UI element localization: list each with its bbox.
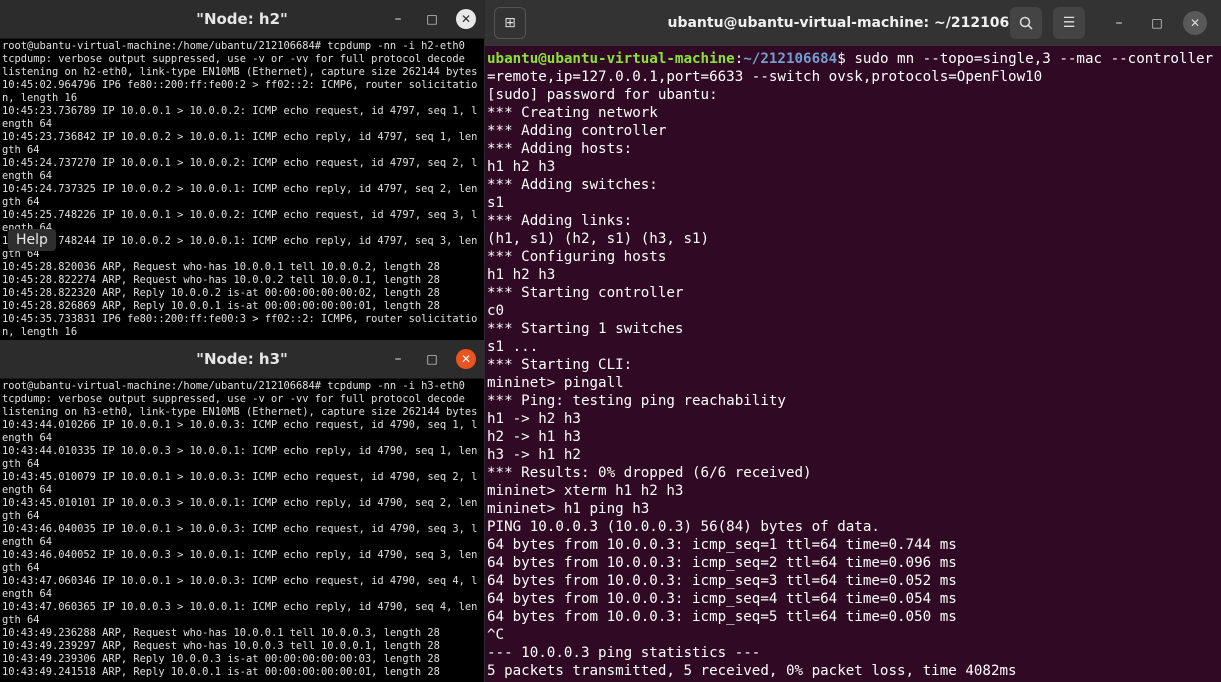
terminal-line: 10:43:46.040052 IP 10.0.0.3 > 10.0.0.1: … [2,549,478,574]
close-icon[interactable]: ✕ [456,9,476,29]
terminal-line: 10:45:28.826869 ARP, Reply 10.0.0.1 is-a… [2,300,440,312]
terminal-line: h1 h2 h3 [487,159,556,175]
minimize-icon[interactable]: – [388,9,408,29]
terminal-line: 10:45:25.748226 IP 10.0.0.1 > 10.0.0.2: … [2,209,478,234]
terminal-line: c0 [487,303,505,319]
xterm-window-h2[interactable]: "Node: h2" – □ ✕ root@ubantu-virtual-mac… [0,0,484,341]
terminal-line: 64 bytes from 10.0.0.3: icmp_seq=5 ttl=6… [487,609,957,625]
terminal-line: h1 h2 h3 [487,267,556,283]
hamburger-menu-icon[interactable]: ☰ [1053,7,1085,39]
close-icon[interactable]: ✕ [456,349,476,369]
terminal-line: listening on h2-eth0, link-type EN10MB (… [2,66,478,78]
terminal-line: PING 10.0.0.3 (10.0.0.3) 56(84) bytes of… [487,519,880,535]
terminal-line: tcpdump: verbose output suppressed, use … [2,53,465,65]
terminal-line: *** Adding switches: [487,177,658,193]
minimize-icon[interactable]: – [1103,7,1135,39]
terminal-line: 10:45:23.736842 IP 10.0.0.2 > 10.0.0.1: … [2,131,478,156]
terminal-line: 10:45:24.737270 IP 10.0.0.1 > 10.0.0.2: … [2,157,478,182]
terminal-line: root@ubantu-virtual-machine:/home/ubantu… [2,40,465,52]
terminal-line: 10:45:24.737325 IP 10.0.0.2 > 10.0.0.1: … [2,183,478,208]
prompt-separator: : [734,51,744,67]
terminal-line: 10:43:47.060346 IP 10.0.0.1 > 10.0.0.3: … [2,575,478,600]
search-icon[interactable] [1010,7,1042,39]
terminal-line: *** Adding hosts: [487,141,633,157]
terminal-line: 10:45:02.964796 IP6 fe80::200:ff:fe00:2 … [2,79,478,104]
xterm-window-h3[interactable]: "Node: h3" – □ ✕ root@ubantu-virtual-mac… [0,340,484,682]
terminal-line: ^C [487,627,505,643]
terminal-line: 10:43:44.010335 IP 10.0.0.3 > 10.0.0.1: … [2,445,478,470]
maximize-icon[interactable]: □ [1141,7,1173,39]
terminal-line: tcpdump: verbose output suppressed, use … [2,393,465,405]
terminal-line: --- 10.0.0.3 ping statistics --- [487,645,761,661]
close-icon[interactable]: ✕ [1183,11,1207,35]
terminal-line: 64 bytes from 10.0.0.3: icmp_seq=1 ttl=6… [487,537,957,553]
terminal-line: *** Starting controller [487,285,684,301]
maximize-icon[interactable]: □ [422,349,442,369]
terminal-line: (h1, s1) (h2, s1) (h3, s1) [487,231,710,247]
prompt-user: ubantu@ubantu-virtual-machine [487,51,735,67]
terminal-line: 10:43:49.239297 ARP, Request who-has 10.… [2,640,440,652]
terminal-line: *** Starting CLI: [487,357,633,373]
terminal-line: *** Configuring hosts [487,249,667,265]
terminal-line: 10:45:28.822320 ARP, Reply 10.0.0.2 is-a… [2,287,440,299]
window-titlebar[interactable]: "Node: h3" – □ ✕ [0,340,484,379]
terminal-line: *** Starting 1 switches [487,321,684,337]
terminal-line: 10:45:28.820036 ARP, Request who-has 10.… [2,261,440,273]
terminal-line: 5 packets transmitted, 5 received, 0% pa… [487,663,1017,679]
terminal-line: 10:43:44.010266 IP 10.0.0.1 > 10.0.0.3: … [2,419,478,444]
terminal-line: 10:45:35.733831 IP6 fe80::200:ff:fe00:3 … [2,313,478,338]
terminal-line: 10:43:49.236288 ARP, Request who-has 10.… [2,627,440,639]
terminal-line: *** Ping: testing ping reachability [487,393,786,409]
terminal-line: mininet> h1 ping h3 [487,501,650,517]
gnome-terminal-window[interactable]: ⊞ ubantu@ubantu-virtual-machine: ~/21210… [485,0,1221,682]
terminal-line: h2 -> h1 h3 [487,429,581,445]
terminal-line: *** Adding links: [487,213,633,229]
terminal-line: 10:43:45.010079 IP 10.0.0.1 > 10.0.0.3: … [2,471,478,496]
terminal-line: listening on h3-eth0, link-type EN10MB (… [2,406,478,418]
terminal-line: 64 bytes from 10.0.0.3: icmp_seq=4 ttl=6… [487,591,957,607]
window-titlebar[interactable]: ⊞ ubantu@ubantu-virtual-machine: ~/21210… [485,0,1221,46]
terminal-line: *** Creating network [487,105,658,121]
terminal-line: 10:43:49.241518 ARP, Reply 10.0.0.1 is-a… [2,666,440,678]
terminal-output[interactable]: root@ubantu-virtual-machine:/home/ubantu… [0,39,484,340]
terminal-line: 10:45:28.822274 ARP, Request who-has 10.… [2,274,440,286]
terminal-line: s1 ... [487,339,539,355]
terminal-output[interactable]: root@ubantu-virtual-machine:/home/ubantu… [0,379,484,680]
terminal-line: 10:43:45.010101 IP 10.0.0.3 > 10.0.0.1: … [2,497,478,522]
terminal-line: *** Results: 0% dropped (6/6 received) [487,465,812,481]
prompt-path: ~/212106684 [743,51,838,67]
terminal-line: 10:43:49.239306 ARP, Reply 10.0.0.3 is-a… [2,653,440,665]
window-title: "Node: h2" [196,10,288,28]
terminal-line: 10:45:23.736789 IP 10.0.0.1 > 10.0.0.2: … [2,105,478,130]
terminal-line: h1 -> h2 h3 [487,411,581,427]
minimize-icon[interactable]: – [388,349,408,369]
terminal-line: 10:43:47.060365 IP 10.0.0.3 > 10.0.0.1: … [2,601,478,626]
maximize-icon[interactable]: □ [422,9,442,29]
terminal-line: *** Adding controller [487,123,667,139]
help-tooltip: Help [8,229,56,251]
terminal-line: mininet> xterm h1 h2 h3 [487,483,684,499]
terminal-line: h3 -> h1 h2 [487,447,581,463]
terminal-line: 10:45:25.748244 IP 10.0.0.2 > 10.0.0.1: … [2,235,478,260]
window-titlebar[interactable]: "Node: h2" – □ ✕ [0,0,484,39]
terminal-line: [sudo] password for ubantu: [487,87,718,103]
window-title: "Node: h3" [196,350,288,368]
terminal-line: root@ubantu-virtual-machine:/home/ubantu… [2,380,465,392]
terminal-line: s1 [487,195,505,211]
terminal-line: mininet> pingall [487,375,624,391]
terminal-line: 64 bytes from 10.0.0.3: icmp_seq=2 ttl=6… [487,555,957,571]
terminal-output[interactable]: ubantu@ubantu-virtual-machine:~/21210668… [485,46,1221,682]
terminal-line: 10:43:46.040035 IP 10.0.0.1 > 10.0.0.3: … [2,523,478,548]
terminal-line: 64 bytes from 10.0.0.3: icmp_seq=3 ttl=6… [487,573,957,589]
